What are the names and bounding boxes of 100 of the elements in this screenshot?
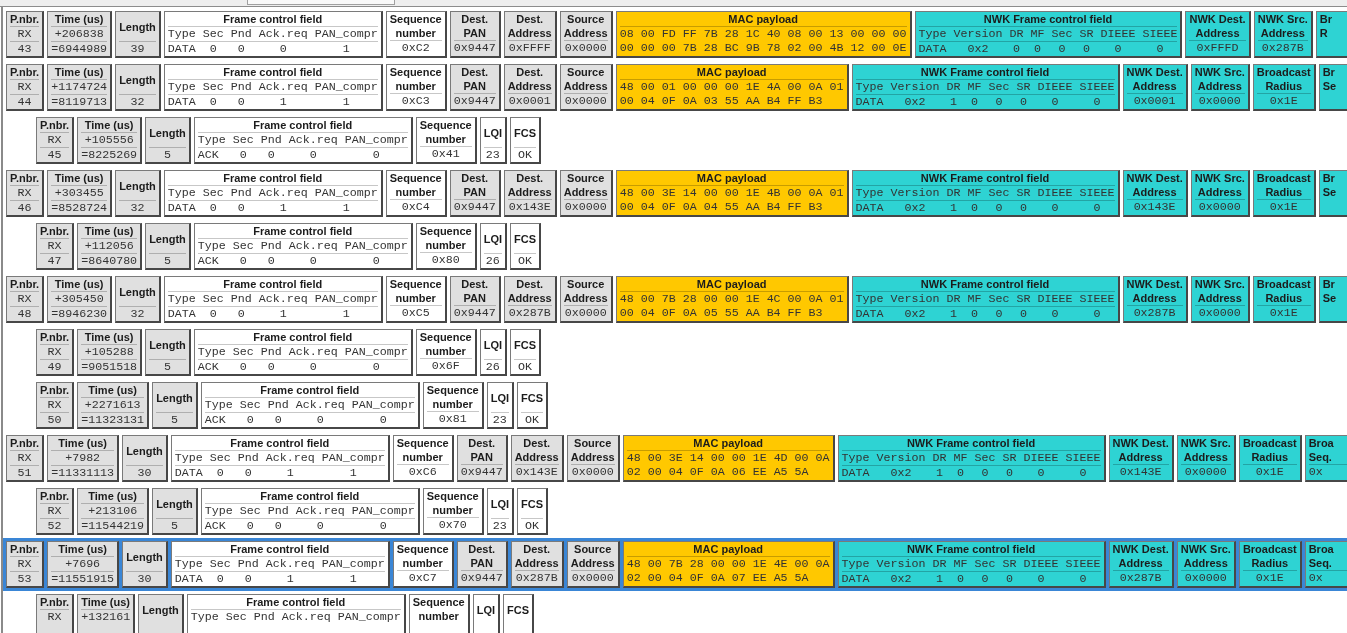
field-value: 0x9447 <box>460 571 503 585</box>
field-value: 0x81 <box>438 412 467 426</box>
field-value: 46 <box>17 201 32 215</box>
field-label: P.nbr. <box>10 12 40 26</box>
field-label: P.nbr. <box>10 65 40 79</box>
bit-value: 0 <box>1093 307 1101 321</box>
bit-value: 0x2 <box>890 466 912 480</box>
field-label: Source Address <box>570 542 615 570</box>
field-value: RX <box>47 239 62 253</box>
field-value: OK <box>518 360 533 374</box>
bit-value: 0 <box>1083 42 1090 56</box>
packet-row[interactable]: P.nbr. RX 52 Time (us) +213106 =11544219 Length 5 Frame control field Type Sec Pnd Ack.req PAN_compr ACK 0 0 0 0 Sequence number 0x70 LQI 23 FCS OK <box>3 485 1347 538</box>
bit-name: DR <box>946 80 961 94</box>
field-value: +213106 <box>88 504 138 518</box>
field-value: 0x <box>1308 571 1323 585</box>
field-label: Frame control field <box>246 595 346 609</box>
field-value: 0x41 <box>431 147 460 161</box>
bit-name: Type <box>841 557 870 571</box>
field-value: =6944989 <box>51 42 108 56</box>
field-value: +105556 <box>84 133 134 147</box>
field-label: Time (us) <box>84 330 134 344</box>
bit-value: 1 <box>349 572 357 586</box>
field-value: 48 <box>17 307 32 321</box>
field-label: Source Address <box>563 65 608 93</box>
bit-name: Ack.req <box>258 80 308 94</box>
bit-name: Ack.req <box>258 186 308 200</box>
bit-value: DATA <box>174 466 203 480</box>
packet-row[interactable] <box>3 538 1347 591</box>
bit-value: 0 <box>244 572 252 586</box>
field-label: Frame control field <box>230 542 330 556</box>
field-label: Time (us) <box>88 489 137 503</box>
packet-row[interactable]: P.nbr. RX Time (us) +132161 Length Frame control field Type Sec Pnd Ack.req PAN_compr Sequence number LQI FCS <box>3 591 1347 633</box>
bit-value: 0 <box>981 572 989 586</box>
field-label: Length <box>149 231 186 246</box>
bit-name: PAN_compr <box>321 557 385 571</box>
bit-value: 0x2 <box>904 201 926 215</box>
field-value: 47 <box>47 254 62 268</box>
bit-value: 1 <box>279 95 287 109</box>
field-label: P.nbr. <box>40 383 70 397</box>
packet-row[interactable]: P.nbr. RX 50 Time (us) +2271613 =11323131 Length 5 Frame control field Type Sec Pnd Ack.req PAN_compr ACK 0 0 0 0 Sequence number 0x81 LQI 23 FCS OK <box>3 379 1347 432</box>
field-value: 0x0001 <box>1133 94 1176 108</box>
packet-row[interactable] <box>3 61 1347 114</box>
field-label: Frame control field <box>260 383 360 397</box>
field-value: +303455 <box>54 186 104 200</box>
field-value: 0x0000 <box>564 306 607 320</box>
field-value: 0x287B <box>508 306 551 320</box>
packet-row[interactable]: P.nbr. RX 47 Time (us) +112056 =8640780 Length 5 Frame control field Type Sec Pnd Ack.req PAN_compr ACK 0 0 0 0 Sequence number 0x80 LQI 26 FCS OK <box>3 220 1347 273</box>
field-value: =11331113 <box>51 466 115 480</box>
bit-name: Type <box>167 80 196 94</box>
bit-name: Type <box>197 239 226 253</box>
field-value: 0xC2 <box>401 41 430 55</box>
bit-name: Sec <box>974 557 996 571</box>
field-label: Frame control field <box>223 277 323 291</box>
bit-name: Version <box>876 557 926 571</box>
field-value: +1174724 <box>51 80 108 94</box>
field-label: Frame control field <box>223 12 323 26</box>
field-value: 23 <box>492 519 507 533</box>
field-value: +132161 <box>81 610 131 624</box>
field-label: MAC payload <box>728 12 798 26</box>
bit-name: SIEEE <box>1079 186 1115 200</box>
field-value: +2271613 <box>84 398 141 412</box>
field-label: Time (us) <box>58 436 107 450</box>
packet-row[interactable]: P.nbr. RX 49 Time (us) +105288 =9051518 Length 5 Frame control field Type Sec Pnd Ack.req PAN_compr ACK 0 0 0 0 Sequence number 0x6F LQI 26 FCS OK <box>3 326 1347 379</box>
bit-name: Pnd <box>253 610 275 624</box>
field-label: Frame control field <box>230 436 330 450</box>
field-value: 0x0001 <box>508 94 551 108</box>
packet-row[interactable]: P.nbr. RX 45 Time (us) +105556 =8225269 Length 5 Frame control field Type Sec Pnd Ack.req PAN_compr ACK 0 0 0 0 Sequence number 0x41 LQI 23 FCS OK <box>3 114 1347 167</box>
bit-value: 0 <box>372 360 380 374</box>
field-label: P.nbr. <box>10 171 40 185</box>
field-label: FCS <box>521 390 544 405</box>
bit-name: Pnd <box>260 239 282 253</box>
field-value: 0x0000 <box>571 465 614 479</box>
field-label: Broa Seq. <box>1308 542 1334 570</box>
bit-value: 0 <box>209 201 217 215</box>
bit-name: Version <box>890 186 940 200</box>
bit-value: 0 <box>1013 42 1020 56</box>
bit-value: ACK <box>204 413 226 427</box>
bit-name: DR <box>946 186 961 200</box>
bit-name: SR <box>1002 451 1017 465</box>
field-value: 51 <box>17 466 32 480</box>
bit-value: 1 <box>342 95 350 109</box>
bit-name: Sec <box>225 610 247 624</box>
bit-name: PAN_compr <box>314 292 378 306</box>
bit-value: 0 <box>1051 201 1059 215</box>
packet-row[interactable] <box>3 167 1347 220</box>
field-label: Frame control field <box>253 118 353 132</box>
field-label: Dest. Address <box>507 12 552 40</box>
bit-name: Pnd <box>260 345 282 359</box>
bit-name: Type <box>174 451 203 465</box>
field-label: Broadcast Radius <box>1242 542 1297 570</box>
toolbar-field[interactable] <box>247 0 395 5</box>
field-value: =11544219 <box>81 519 145 533</box>
packet-row[interactable] <box>3 432 1347 485</box>
packet-row[interactable] <box>3 8 1347 61</box>
bit-name: Pnd <box>267 398 289 412</box>
bit-value: 0 <box>1079 466 1087 480</box>
bit-value: DATA <box>841 572 870 586</box>
field-value: 5 <box>163 148 171 162</box>
field-value: +105288 <box>84 345 134 359</box>
packet-row[interactable] <box>3 273 1347 326</box>
